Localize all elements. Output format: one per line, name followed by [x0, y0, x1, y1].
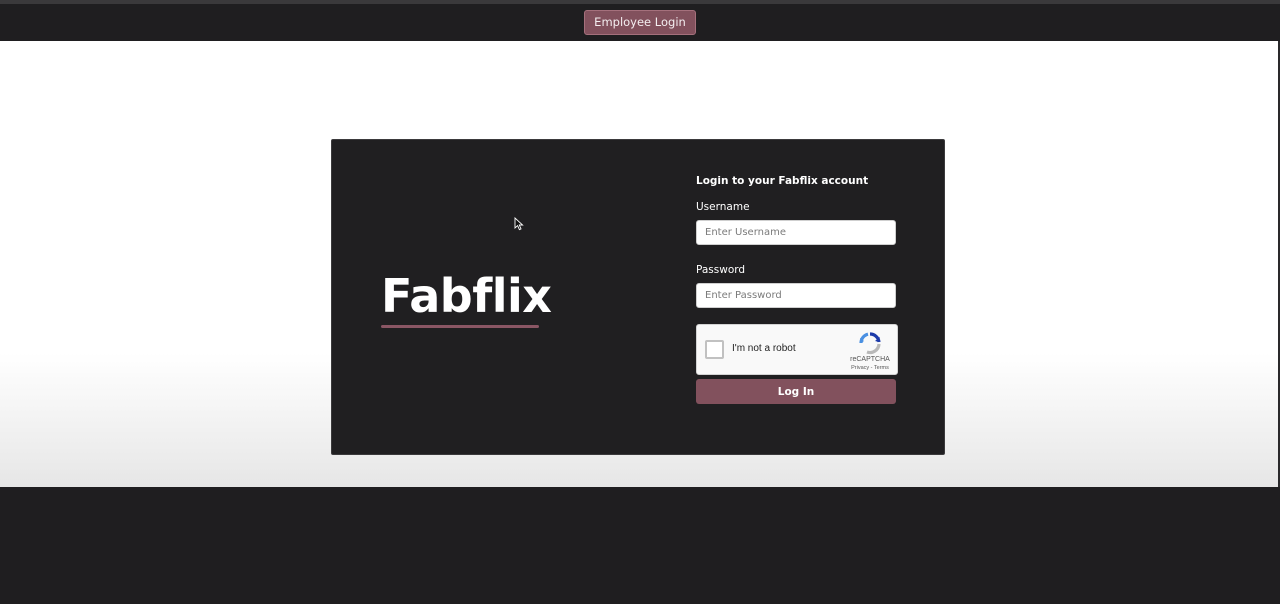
- login-form: Login to your Fabflix account Username P…: [696, 173, 898, 404]
- recaptcha-brand-text: reCAPTCHA: [850, 356, 890, 363]
- login-form-title: Login to your Fabflix account: [696, 175, 869, 187]
- footer: [0, 487, 1280, 604]
- navbar: Employee Login: [0, 4, 1280, 41]
- employee-login-button[interactable]: Employee Login: [584, 10, 696, 35]
- fabflix-logo: Fabflix: [381, 269, 552, 323]
- password-input[interactable]: [696, 283, 896, 308]
- username-label: Username: [696, 201, 750, 213]
- password-label: Password: [696, 264, 746, 276]
- logo-underline: [381, 325, 539, 328]
- recaptcha-icon: [859, 332, 881, 355]
- recaptcha-checkbox[interactable]: [705, 340, 724, 359]
- login-card: Fabflix Login to your Fabflix account Us…: [331, 139, 945, 455]
- recaptcha-widget: I'm not a robot reCAPTCHA Privacy - Term…: [696, 324, 898, 375]
- username-input[interactable]: [696, 220, 896, 245]
- cursor-arrow-icon: [514, 217, 524, 231]
- log-in-button[interactable]: Log In: [696, 379, 896, 404]
- recaptcha-privacy-terms[interactable]: Privacy - Terms: [841, 364, 899, 372]
- recaptcha-checkbox-label: I'm not a robot: [732, 343, 796, 354]
